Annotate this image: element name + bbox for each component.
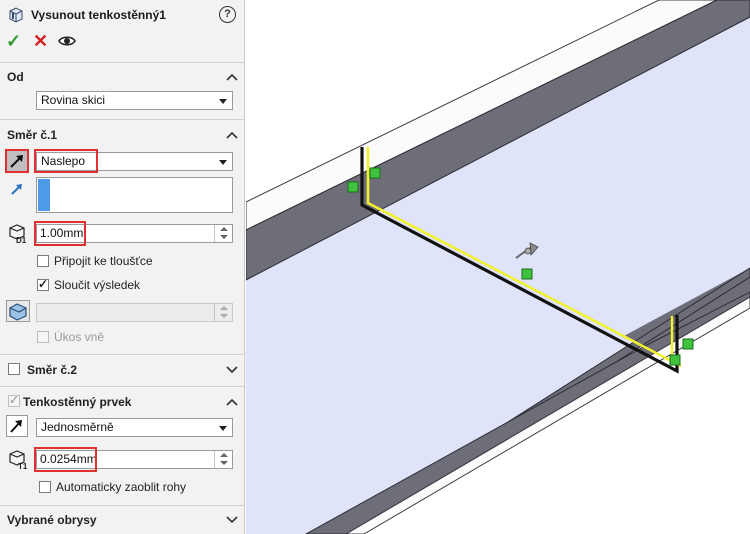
merge-result-checkbox[interactable] (37, 277, 49, 291)
draft-angle-input[interactable] (36, 303, 233, 322)
merge-thickness-label: Připojit ke tloušťce (54, 254, 153, 268)
auto-fillet-checkbox[interactable] (39, 481, 51, 493)
highlight-frame (34, 447, 97, 472)
help-button[interactable]: ? (219, 6, 236, 23)
highlight-frame (5, 149, 29, 173)
property-manager-header: Vysunout tenkostěnný1 ? (0, 0, 244, 30)
from-select-value: Rovina skici (41, 93, 106, 107)
sketch-relation-icon[interactable] (682, 338, 694, 350)
thin-feature-checkbox[interactable] (8, 393, 20, 407)
from-select[interactable]: Rovina skici (36, 91, 233, 110)
draft-outward-label: Úkos vně (54, 330, 105, 344)
separator (0, 386, 244, 387)
collapse-chevron-icon[interactable] (226, 398, 238, 406)
chevron-down-icon (219, 426, 227, 431)
collapse-chevron-icon[interactable] (226, 131, 238, 139)
spin-up-icon[interactable] (220, 453, 228, 457)
graphics-viewport[interactable] (246, 0, 750, 534)
separator (0, 119, 244, 120)
section-direction2-title[interactable]: Směr č.2 (27, 363, 77, 377)
thin-type-select[interactable]: Jednosměrně (36, 418, 233, 437)
model-view[interactable] (246, 0, 750, 534)
expand-chevron-icon[interactable] (226, 516, 238, 524)
section-thin-feature-title[interactable]: Tenkostěnný prvek (23, 395, 131, 409)
merge-result-label: Sloučit výsledek (54, 278, 141, 292)
expand-chevron-icon[interactable] (226, 366, 238, 374)
draft-outward-checkbox[interactable] (37, 331, 49, 343)
highlight-frame (34, 221, 86, 246)
separator (0, 62, 244, 63)
spin-down-icon[interactable] (220, 314, 228, 318)
collapse-chevron-icon[interactable] (226, 73, 238, 81)
thickness-t1-icon: T1 (9, 450, 28, 470)
chevron-down-icon (219, 99, 227, 104)
spin-up-icon[interactable] (220, 227, 228, 231)
auto-fillet-label: Automaticky zaoblit rohy (56, 480, 187, 494)
section-direction1-title[interactable]: Směr č.1 (7, 128, 57, 142)
svg-text:T1: T1 (18, 462, 28, 470)
sketch-relation-icon[interactable] (347, 181, 359, 193)
highlight-frame (34, 149, 98, 173)
ok-button[interactable]: ✓ (6, 32, 22, 50)
chevron-down-icon (219, 160, 227, 165)
merge-thickness-checkbox[interactable] (37, 255, 49, 267)
cancel-button[interactable]: ✕ (33, 32, 49, 50)
spin-up-icon[interactable] (220, 306, 228, 310)
direction-arrow-icon (11, 184, 22, 195)
svg-text:D1: D1 (16, 236, 27, 244)
action-row: ✓ ✕ (0, 30, 244, 54)
reverse-thickness-icon[interactable] (6, 415, 28, 437)
draft-spinner[interactable] (214, 304, 232, 321)
separator (0, 505, 244, 506)
separator (0, 354, 244, 355)
selection-color-bar (38, 179, 50, 211)
depth-spinner[interactable] (214, 225, 232, 242)
spin-down-icon[interactable] (220, 461, 228, 465)
eye-icon[interactable] (58, 34, 76, 48)
section-from-title[interactable]: Od (7, 70, 24, 84)
thickness-spinner[interactable] (214, 451, 232, 468)
property-manager: Vysunout tenkostěnný1 ? ✓ ✕ Od Rovina sk… (0, 0, 245, 534)
depth-d1-icon: D1 (9, 224, 27, 244)
sketch-relation-icon[interactable] (521, 268, 533, 280)
draft-icon[interactable] (6, 300, 30, 322)
section-selected-contours-title[interactable]: Vybrané obrysy (7, 513, 97, 527)
sketch-relation-icon[interactable] (669, 354, 681, 366)
direction-reference-list[interactable] (36, 177, 233, 213)
spin-down-icon[interactable] (220, 235, 228, 239)
feature-title: Vysunout tenkostěnný1 (31, 8, 166, 22)
extrude-thin-icon (9, 7, 23, 23)
direction2-checkbox[interactable] (8, 363, 20, 375)
thin-type-value: Jednosměrně (41, 420, 114, 434)
sketch-relation-icon[interactable] (369, 167, 381, 179)
